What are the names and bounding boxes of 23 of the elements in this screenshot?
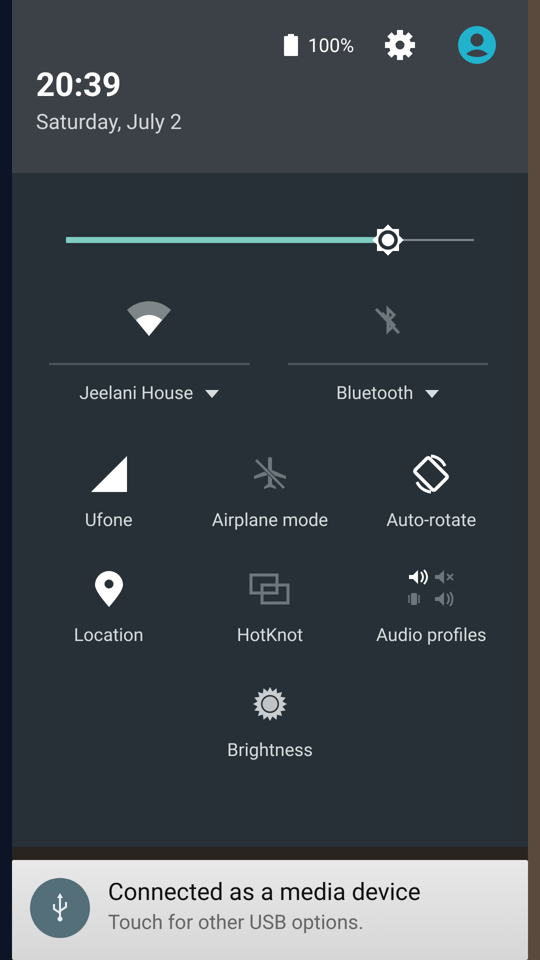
tile-label[interactable]: Ufone (84, 510, 132, 531)
tile-label[interactable]: Location (74, 625, 144, 646)
notification-title: Connected as a media device (108, 878, 421, 906)
dropdown-caret-icon[interactable] (205, 390, 220, 398)
notification-text: Touch for other USB options. (108, 910, 365, 934)
tile-label[interactable]: Auto-rotate (386, 510, 476, 531)
notification-card[interactable]: Connected as a media device Touch for other USB options. (12, 860, 528, 960)
date-text: Saturday, July 2 (36, 111, 183, 135)
tile-label[interactable]: Brightness (227, 740, 313, 761)
slider-thumb[interactable] (370, 222, 406, 258)
dropdown-caret-icon[interactable] (425, 390, 440, 398)
clock-time: 20:39 (36, 66, 122, 105)
tile-label[interactable]: Jeelani House (79, 383, 194, 404)
usb-icon (30, 878, 90, 938)
tile-label[interactable]: Bluetooth (336, 383, 414, 404)
user-avatar-icon[interactable] (458, 26, 496, 64)
tile-label[interactable]: Audio profiles (376, 625, 486, 646)
settings-icon[interactable] (384, 29, 416, 61)
tile-label[interactable]: HotKnot (236, 625, 304, 646)
battery-icon (284, 34, 298, 56)
brightness-slider[interactable] (66, 223, 474, 257)
battery-percentage: 100% (308, 34, 354, 56)
tile-label[interactable]: Airplane mode (212, 510, 328, 531)
